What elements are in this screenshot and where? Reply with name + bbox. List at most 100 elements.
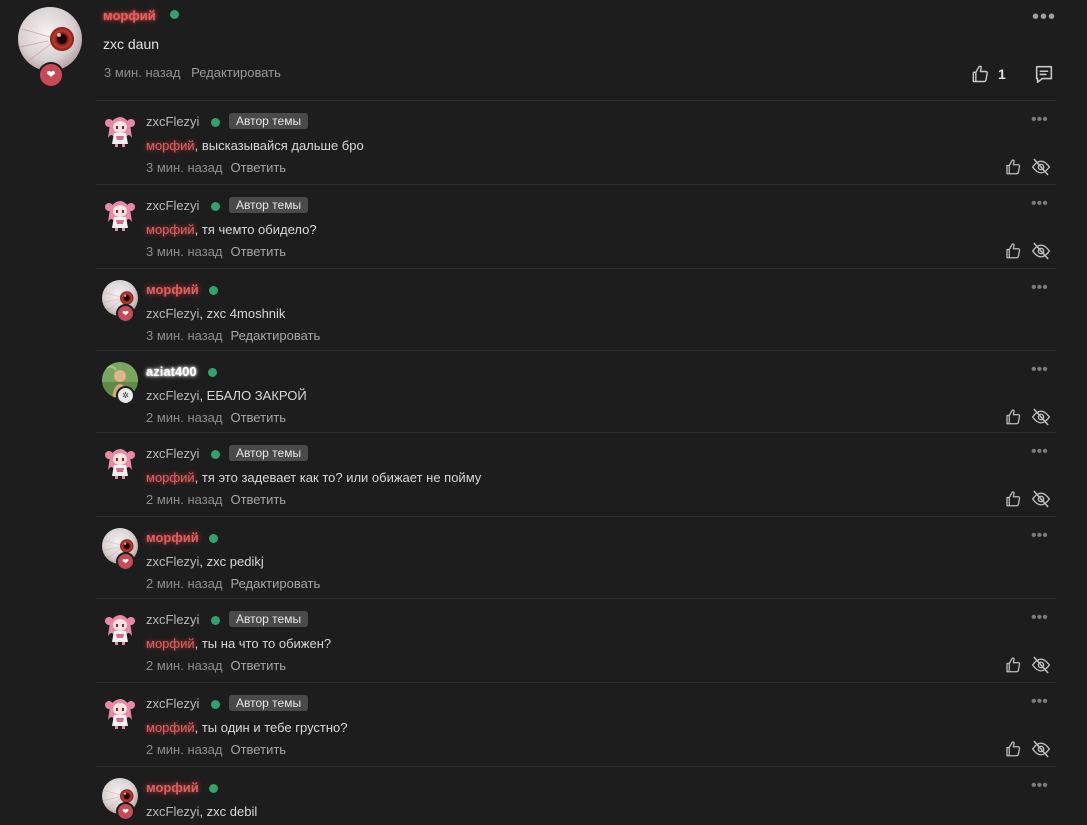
eye-off-icon[interactable] (1031, 739, 1051, 759)
eye-off-icon[interactable] (1031, 241, 1051, 261)
anime-girl-avatar-icon (102, 610, 138, 646)
mention-link[interactable]: морфий (146, 720, 195, 735)
more-options-icon[interactable]: ••• (1031, 279, 1048, 297)
thumbs-up-icon[interactable] (1004, 158, 1022, 176)
more-options-icon[interactable]: ••• (1031, 609, 1048, 627)
eye-off-icon[interactable] (1031, 157, 1051, 177)
reply-author[interactable]: морфий (146, 282, 199, 297)
mention-link[interactable]: морфий (146, 138, 195, 153)
reply-meta: 2 мин. назад Ответить (146, 410, 294, 425)
reply-link[interactable]: Ответить (230, 244, 286, 259)
reply-meta: 3 мин. назад Редактировать (146, 328, 328, 343)
eye-off-icon[interactable] (1031, 489, 1051, 509)
reply-author[interactable]: aziat400 (146, 364, 197, 379)
author-tag-badge: Автор темы (229, 445, 309, 461)
heart-badge-icon: ❤ (116, 552, 135, 571)
avatar[interactable]: ❤ (18, 7, 82, 88)
post-time[interactable]: 3 мин. назад (104, 65, 180, 80)
main-post: ❤ морфий zxc daun 3 мин. назад Редактиро… (0, 0, 1087, 100)
eye-off-icon[interactable] (1031, 655, 1051, 675)
online-indicator (170, 10, 179, 19)
thumbs-up-icon[interactable] (1004, 740, 1022, 758)
thumbs-up-icon[interactable] (1004, 242, 1022, 260)
reply-link[interactable]: Ответить (230, 492, 286, 507)
avatar[interactable]: ❤ (102, 280, 138, 323)
online-indicator (209, 534, 218, 543)
thumbs-up-icon[interactable] (1004, 656, 1022, 674)
reply-row: zxcFlezyi Автор темы морфий, ты один и теб… (96, 682, 1056, 767)
reply-row: zxcFlezyi Автор темы морфий, высказывайся … (96, 100, 1056, 185)
avatar[interactable] (102, 112, 138, 148)
reply-link[interactable]: Ответить (230, 160, 286, 175)
reply-time[interactable]: 3 мин. назад (146, 244, 222, 259)
avatar[interactable] (102, 694, 138, 730)
avatar[interactable]: ❤ (102, 778, 138, 821)
reply-time[interactable]: 2 мин. назад (146, 492, 222, 507)
comment-icon[interactable] (1033, 63, 1055, 85)
more-options-icon[interactable]: ••• (1031, 527, 1048, 545)
reply-link[interactable]: Ответить (230, 410, 286, 425)
reply-text: zxcFlezyi, zxc pedikj (146, 554, 264, 569)
online-indicator (208, 368, 217, 377)
reply-time[interactable]: 2 мин. назад (146, 742, 222, 757)
mention-link[interactable]: морфий (146, 470, 195, 485)
reply-row: ❤ морфий zxcFlezyi, zxc 4moshnik 3 мин. наз… (96, 268, 1056, 351)
reply-author[interactable]: zxcFlezyi (146, 114, 199, 129)
edit-link[interactable]: Редактировать (230, 576, 320, 591)
reply-link[interactable]: Ответить (230, 658, 286, 673)
reply-body: , zxc debil (199, 804, 258, 819)
reply-author[interactable]: морфий (146, 780, 199, 795)
more-options-icon[interactable]: ••• (1031, 361, 1048, 379)
avatar[interactable]: ❤ (102, 528, 138, 571)
reply-body: , zxc pedikj (199, 554, 264, 569)
reply-time[interactable]: 2 мин. назад (146, 658, 222, 673)
reply-time[interactable]: 2 мин. назад (146, 576, 222, 591)
mention-link[interactable]: zxcFlezyi (146, 306, 199, 321)
reply-author[interactable]: zxcFlezyi (146, 446, 199, 461)
mention-link[interactable]: zxcFlezyi (146, 388, 199, 403)
post-text: zxc daun (103, 36, 160, 52)
reply-body: , тя чемто обидело? (194, 222, 317, 237)
reply-text: zxcFlezyi, zxc 4moshnik (146, 306, 285, 321)
mention-link[interactable]: морфий (146, 636, 195, 651)
online-indicator (211, 202, 220, 211)
more-options-icon[interactable]: ••• (1031, 111, 1048, 129)
reply-author[interactable]: морфий (146, 530, 199, 545)
thumbs-up-icon[interactable] (970, 64, 990, 84)
reply-row: ❤ морфий zxcFlezyi, zxc pedikj 2 мин. назад… (96, 516, 1056, 599)
reply-author[interactable]: zxcFlezyi (146, 612, 199, 627)
more-options-icon[interactable]: ••• (1032, 6, 1056, 29)
reply-time[interactable]: 2 мин. назад (146, 410, 222, 425)
mention-link[interactable]: zxcFlezyi (146, 554, 199, 569)
reply-meta: 2 мин. назад Редактировать (146, 576, 328, 591)
mention-link[interactable]: zxcFlezyi (146, 804, 199, 819)
more-options-icon[interactable]: ••• (1031, 443, 1048, 461)
reply-row: ❤ морфий zxcFlezyi, zxc debil ••• (96, 766, 1056, 825)
reply-author[interactable]: zxcFlezyi (146, 696, 199, 711)
more-options-icon[interactable]: ••• (1031, 693, 1048, 711)
avatar[interactable] (102, 196, 138, 232)
reply-author[interactable]: zxcFlezyi (146, 198, 199, 213)
reply-time[interactable]: 3 мин. назад (146, 160, 222, 175)
more-options-icon[interactable]: ••• (1031, 777, 1048, 795)
thumbs-up-icon[interactable] (1004, 408, 1022, 426)
author-tag-badge: Автор темы (229, 695, 309, 711)
author-tag-badge: Автор темы (229, 611, 309, 627)
post-meta: 3 мин. назад Редактировать (104, 65, 288, 80)
edit-link[interactable]: Редактировать (230, 328, 320, 343)
reply-meta: 2 мин. назад Ответить (146, 742, 294, 757)
avatar[interactable] (102, 610, 138, 646)
post-author[interactable]: морфий (103, 8, 156, 23)
mention-link[interactable]: морфий (146, 222, 195, 237)
avatar[interactable] (102, 444, 138, 480)
reply-meta: 2 мин. назад Ответить (146, 492, 294, 507)
reply-meta: 3 мин. назад Ответить (146, 244, 294, 259)
reply-row: zxcFlezyi Автор темы морфий, тя чемто обид… (96, 184, 1056, 269)
edit-link[interactable]: Редактировать (191, 65, 281, 80)
thumbs-up-icon[interactable] (1004, 490, 1022, 508)
more-options-icon[interactable]: ••• (1031, 195, 1048, 213)
reply-time[interactable]: 3 мин. назад (146, 328, 222, 343)
avatar[interactable]: ✲ (102, 362, 138, 405)
eye-off-icon[interactable] (1031, 407, 1051, 427)
reply-link[interactable]: Ответить (230, 742, 286, 757)
